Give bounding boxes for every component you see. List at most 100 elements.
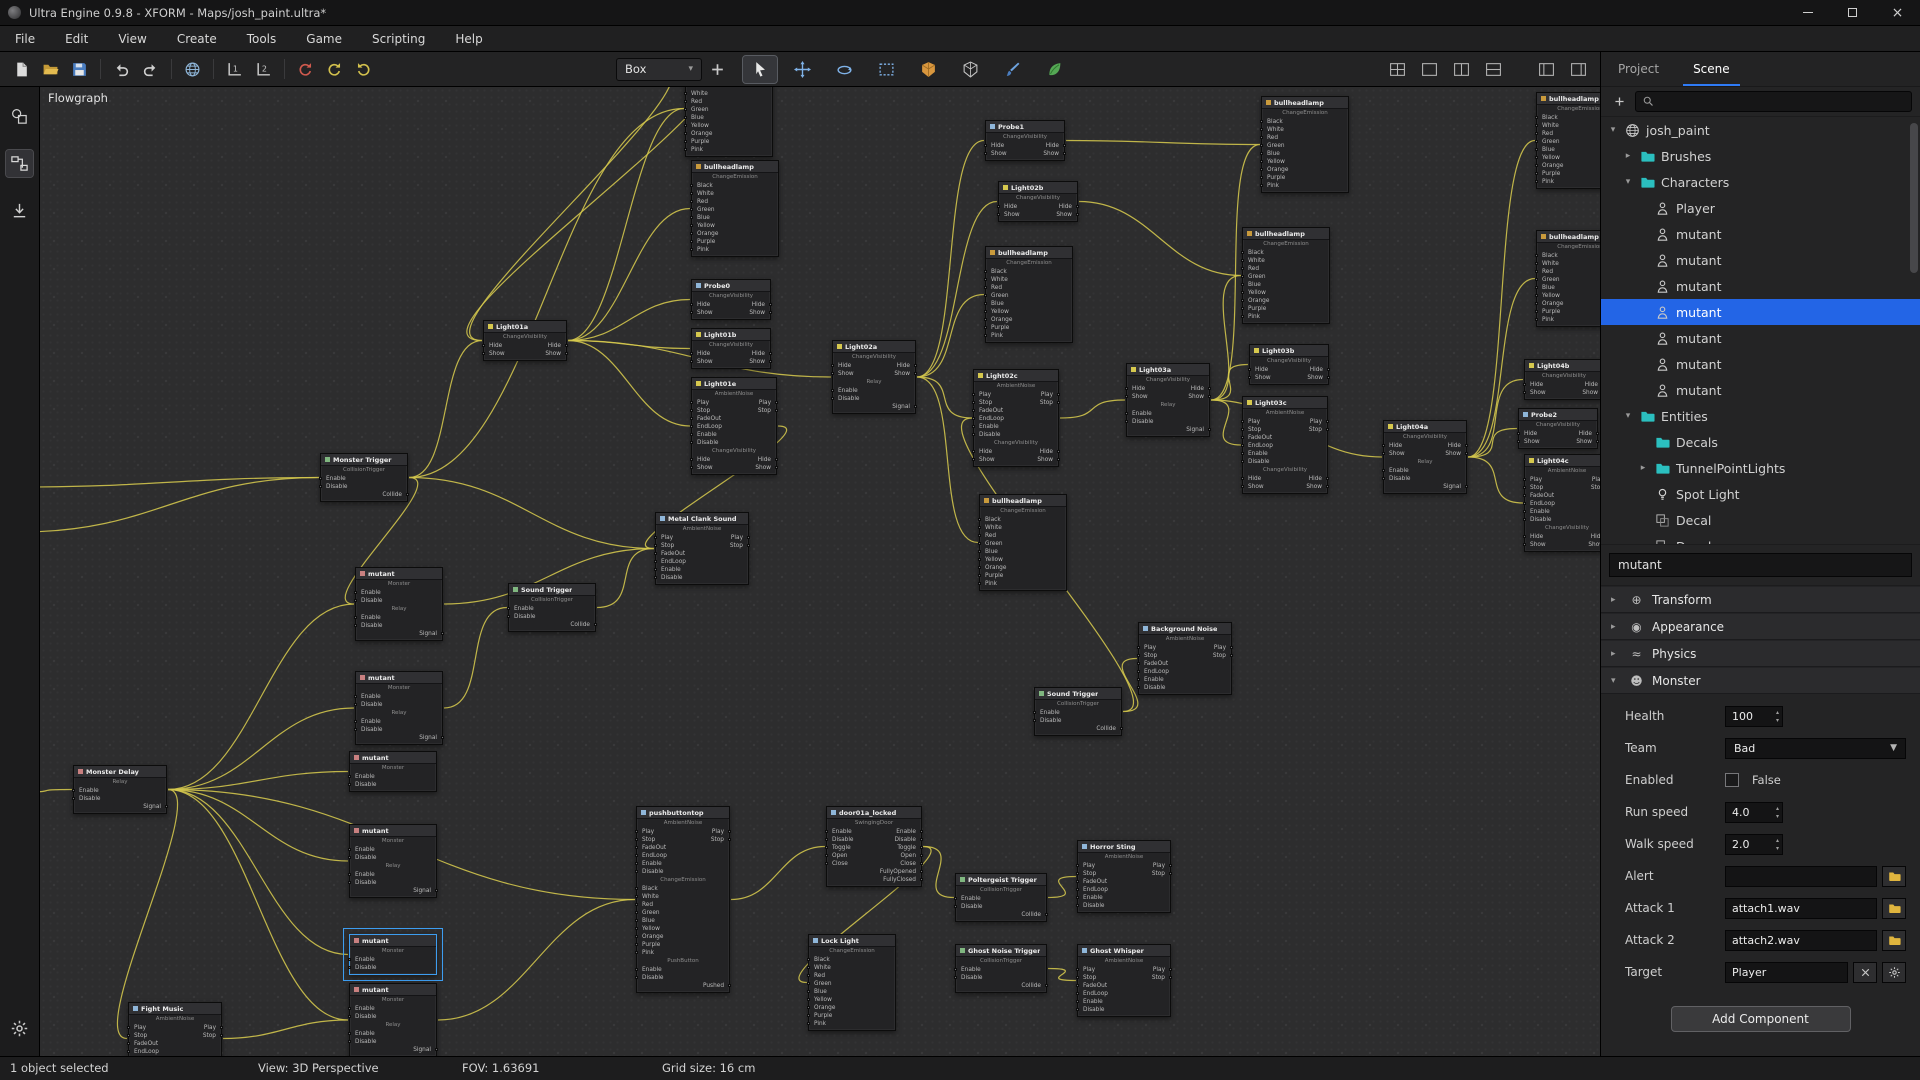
wire[interactable] [223, 1020, 348, 1039]
output-port[interactable] [435, 889, 438, 892]
input-port[interactable] [825, 846, 828, 849]
input-port[interactable] [1535, 132, 1538, 135]
output-port[interactable] [775, 401, 778, 404]
input-port[interactable] [972, 458, 975, 461]
input-port[interactable] [635, 854, 638, 857]
output-port[interactable] [1208, 387, 1211, 390]
flowgraph-node-mutant5[interactable]: mutantMonsterEnableDisable [349, 934, 437, 975]
input-port[interactable] [972, 401, 975, 404]
input-port[interactable] [1241, 275, 1244, 278]
input-port[interactable] [348, 848, 351, 851]
output-port[interactable] [565, 344, 568, 347]
flowgraph-node-bull6[interactable]: bullheadlampChangeEmissionBlackWhiteRedG… [1536, 230, 1600, 327]
wire[interactable] [1079, 202, 1241, 276]
wire[interactable] [1211, 365, 1248, 401]
input-port[interactable] [635, 838, 638, 841]
input-port[interactable] [978, 526, 981, 529]
wire[interactable] [1048, 969, 1076, 981]
input-port[interactable] [684, 124, 687, 127]
target-pick-button[interactable] [1882, 962, 1906, 983]
panel-right-button[interactable] [1565, 56, 1592, 83]
publish-button[interactable] [179, 56, 206, 83]
menu-tools[interactable]: Tools [232, 26, 292, 51]
output-port[interactable] [775, 458, 778, 461]
menu-create[interactable]: Create [162, 26, 232, 51]
output-port[interactable] [1063, 144, 1066, 147]
flowgraph-node-bull2[interactable]: bullheadlampChangeEmissionBlackWhiteRedG… [985, 246, 1073, 343]
input-port[interactable] [127, 1026, 130, 1029]
input-port[interactable] [978, 566, 981, 569]
wire[interactable] [444, 608, 507, 709]
input-port[interactable] [997, 213, 1000, 216]
rotate-cw-red-button[interactable] [292, 56, 319, 83]
flowgraph-node-lockLight[interactable]: Lock LightChangeEmissionBlackWhiteRedGre… [808, 934, 896, 1031]
flowgraph-node-probe1[interactable]: Probe1ChangeVisibilityHideHideShowShow [985, 120, 1065, 161]
input-port[interactable] [1241, 259, 1244, 262]
input-port[interactable] [1523, 494, 1526, 497]
input-port[interactable] [1076, 880, 1079, 883]
input-port[interactable] [354, 695, 357, 698]
input-port[interactable] [635, 846, 638, 849]
output-port[interactable] [594, 623, 597, 626]
input-port[interactable] [1382, 452, 1385, 455]
attack-1-input[interactable]: attach1.wav [1725, 898, 1877, 919]
wire[interactable] [1211, 276, 1241, 401]
input-port[interactable] [984, 144, 987, 147]
input-port[interactable] [690, 352, 693, 355]
input-port[interactable] [507, 607, 510, 610]
input-port[interactable] [348, 775, 351, 778]
input-port[interactable] [690, 360, 693, 363]
input-port[interactable] [1535, 310, 1538, 313]
input-port[interactable] [654, 544, 657, 547]
wire[interactable] [467, 87, 715, 341]
flowgraph-node-ghostNoiseTrig[interactable]: Ghost Noise TriggerCollisionTriggerEnabl… [955, 944, 1047, 993]
input-port[interactable] [635, 862, 638, 865]
input-port[interactable] [690, 232, 693, 235]
input-port[interactable] [319, 485, 322, 488]
input-port[interactable] [690, 441, 693, 444]
output-port[interactable] [1230, 646, 1233, 649]
input-port[interactable] [1260, 128, 1263, 131]
enabled-checkbox[interactable] [1725, 773, 1739, 787]
wire[interactable] [1048, 877, 1076, 898]
output-port[interactable] [1169, 864, 1172, 867]
input-port[interactable] [984, 286, 987, 289]
objects-mode-button[interactable] [6, 103, 33, 130]
add-component-button[interactable]: Add Component [1671, 1006, 1851, 1032]
flowgraph-node-mutant4[interactable]: mutantMonsterEnableDisableRelayEnableDis… [349, 824, 437, 898]
flowgraph-node-poltergeist[interactable]: Poltergeist TriggerCollisionTriggerEnabl… [955, 873, 1047, 922]
solid-view-button[interactable] [911, 56, 945, 83]
input-port[interactable] [1241, 477, 1244, 480]
input-port[interactable] [684, 140, 687, 143]
input-port[interactable] [1241, 307, 1244, 310]
output-port[interactable] [1465, 452, 1468, 455]
output-port[interactable] [747, 536, 750, 539]
input-port[interactable] [690, 303, 693, 306]
input-port[interactable] [348, 873, 351, 876]
input-port[interactable] [690, 425, 693, 428]
input-port[interactable] [1535, 302, 1538, 305]
input-port[interactable] [1076, 1008, 1079, 1011]
menu-game[interactable]: Game [291, 26, 357, 51]
input-port[interactable] [1517, 440, 1520, 443]
output-port[interactable] [1076, 205, 1079, 208]
input-port[interactable] [1535, 254, 1538, 257]
input-port[interactable] [1523, 502, 1526, 505]
input-port[interactable] [690, 216, 693, 219]
settings-button[interactable] [6, 1015, 33, 1042]
input-port[interactable] [831, 372, 834, 375]
output-port[interactable] [220, 1034, 223, 1037]
flowgraph-node-light03b[interactable]: Light03bChangeVisibilityHideHideShowShow [1249, 344, 1329, 385]
output-port[interactable] [914, 372, 917, 375]
input-port[interactable] [635, 976, 638, 979]
input-port[interactable] [1523, 383, 1526, 386]
wire[interactable] [917, 377, 972, 418]
input-port[interactable] [1241, 444, 1244, 447]
input-port[interactable] [635, 943, 638, 946]
output-port[interactable] [1076, 213, 1079, 216]
input-port[interactable] [807, 966, 810, 969]
output-port[interactable] [747, 544, 750, 547]
input-port[interactable] [1523, 543, 1526, 546]
input-port[interactable] [954, 905, 957, 908]
input-port[interactable] [807, 1022, 810, 1025]
